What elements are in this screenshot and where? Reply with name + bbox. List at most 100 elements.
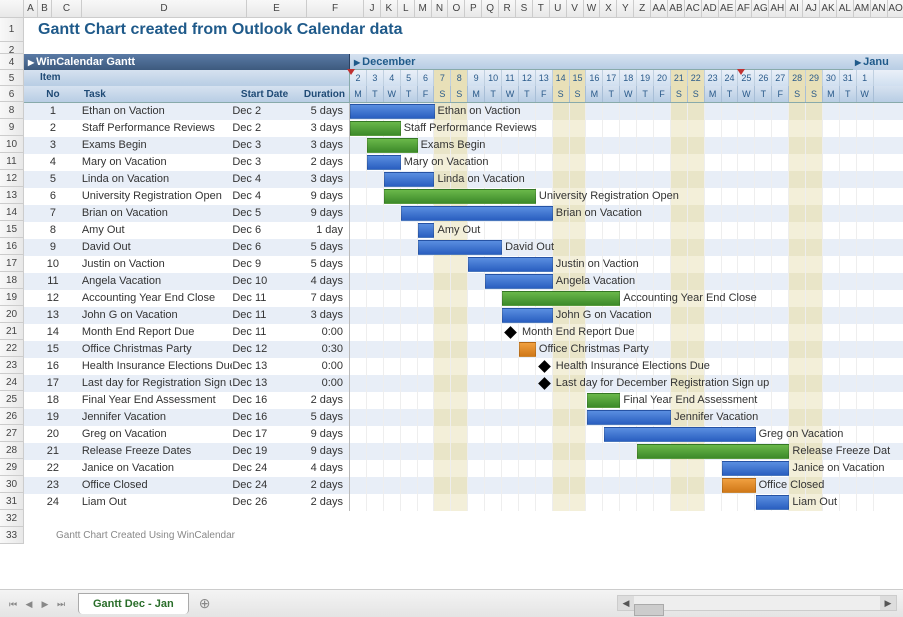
task-row[interactable]: 1Ethan on VactionDec 25 daysEthan on Vac… bbox=[24, 103, 903, 120]
col-header[interactable]: S bbox=[516, 0, 533, 17]
task-row[interactable]: 21Release Freeze DatesDec 199 daysReleas… bbox=[24, 443, 903, 460]
task-row[interactable]: 9David OutDec 65 daysDavid Out bbox=[24, 239, 903, 256]
row-header[interactable]: 13 bbox=[0, 187, 23, 204]
col-header[interactable]: J bbox=[364, 0, 381, 17]
scroll-left-icon[interactable]: ◀ bbox=[618, 596, 634, 610]
row-header[interactable]: 28 bbox=[0, 442, 23, 459]
gantt-bar[interactable] bbox=[418, 240, 503, 255]
col-header[interactable]: C bbox=[52, 0, 82, 17]
gantt-bar[interactable] bbox=[401, 206, 553, 221]
col-header[interactable]: K bbox=[381, 0, 398, 17]
gantt-bar[interactable] bbox=[587, 410, 672, 425]
gantt-bar[interactable] bbox=[485, 274, 553, 289]
task-row[interactable]: 2Staff Performance ReviewsDec 23 daysSta… bbox=[24, 120, 903, 137]
task-row[interactable]: 22Janice on VacationDec 244 daysJanice o… bbox=[24, 460, 903, 477]
gantt-bar[interactable] bbox=[604, 427, 756, 442]
task-row[interactable]: 11Angela VacationDec 104 daysAngela Vaca… bbox=[24, 273, 903, 290]
tab-prev-icon[interactable]: ◀ bbox=[22, 597, 36, 611]
task-row[interactable]: 16Health Insurance Elections DueDec 130:… bbox=[24, 358, 903, 375]
col-header[interactable]: Q bbox=[482, 0, 499, 17]
col-header[interactable]: AA bbox=[651, 0, 668, 17]
row-header[interactable]: 29 bbox=[0, 459, 23, 476]
gantt-bar[interactable] bbox=[502, 308, 553, 323]
row-header[interactable]: 22 bbox=[0, 340, 23, 357]
col-header[interactable]: D bbox=[82, 0, 247, 17]
sheet-tab-active[interactable]: Gantt Dec - Jan bbox=[78, 593, 189, 614]
col-header[interactable]: AG bbox=[752, 0, 769, 17]
col-header[interactable]: R bbox=[499, 0, 516, 17]
task-row[interactable]: 4Mary on VacationDec 32 daysMary on Vaca… bbox=[24, 154, 903, 171]
row-header[interactable]: 21 bbox=[0, 323, 23, 340]
col-header[interactable]: AF bbox=[736, 0, 753, 17]
row-header[interactable]: 20 bbox=[0, 306, 23, 323]
row-header[interactable]: 15 bbox=[0, 221, 23, 238]
col-header[interactable]: AO bbox=[888, 0, 903, 17]
gantt-bar[interactable] bbox=[587, 393, 621, 408]
col-header[interactable]: P bbox=[465, 0, 482, 17]
col-header[interactable]: V bbox=[567, 0, 584, 17]
row-header[interactable]: 6 bbox=[0, 86, 23, 102]
row-header[interactable]: 31 bbox=[0, 493, 23, 510]
horizontal-scrollbar[interactable]: ◀ ▶ bbox=[617, 595, 897, 611]
scroll-right-icon[interactable]: ▶ bbox=[880, 596, 896, 610]
row-header[interactable]: 2 bbox=[0, 42, 23, 54]
task-row[interactable]: 20Greg on VacationDec 179 daysGreg on Va… bbox=[24, 426, 903, 443]
task-row[interactable]: 3Exams BeginDec 33 daysExams Begin bbox=[24, 137, 903, 154]
row-header[interactable]: 14 bbox=[0, 204, 23, 221]
col-header[interactable]: AK bbox=[820, 0, 837, 17]
col-header[interactable]: U bbox=[550, 0, 567, 17]
col-header[interactable]: B bbox=[38, 0, 52, 17]
col-header[interactable]: L bbox=[398, 0, 415, 17]
task-row[interactable]: 24Liam OutDec 262 daysLiam Out bbox=[24, 494, 903, 511]
gantt-bar[interactable] bbox=[637, 444, 789, 459]
gantt-bar[interactable] bbox=[367, 138, 418, 153]
col-header[interactable]: O bbox=[448, 0, 465, 17]
row-header[interactable]: 18 bbox=[0, 272, 23, 289]
col-header[interactable]: E bbox=[247, 0, 307, 17]
col-header[interactable]: T bbox=[533, 0, 550, 17]
gantt-bar[interactable] bbox=[722, 478, 756, 493]
task-row[interactable]: 15Office Christmas PartyDec 120:30Office… bbox=[24, 341, 903, 358]
col-header[interactable]: W bbox=[584, 0, 601, 17]
task-row[interactable]: 13John G on VacationDec 113 daysJohn G o… bbox=[24, 307, 903, 324]
task-row[interactable]: 14Month End Report DueDec 110:00Month En… bbox=[24, 324, 903, 341]
gantt-bar[interactable] bbox=[519, 342, 536, 357]
row-header[interactable]: 33 bbox=[0, 527, 23, 544]
gantt-bar[interactable] bbox=[350, 121, 401, 136]
gantt-bar[interactable] bbox=[756, 495, 790, 510]
col-header[interactable]: M bbox=[415, 0, 432, 17]
col-header[interactable]: AE bbox=[719, 0, 736, 17]
row-header[interactable]: 10 bbox=[0, 136, 23, 153]
col-header[interactable]: F bbox=[307, 0, 364, 17]
col-header[interactable]: AD bbox=[702, 0, 719, 17]
col-header[interactable]: AH bbox=[769, 0, 786, 17]
row-header[interactable]: 24 bbox=[0, 374, 23, 391]
row-header[interactable]: 32 bbox=[0, 510, 23, 527]
task-row[interactable]: 8Amy OutDec 61 dayAmy Out bbox=[24, 222, 903, 239]
tab-next-icon[interactable]: ▶ bbox=[38, 597, 52, 611]
col-header[interactable]: Z bbox=[634, 0, 651, 17]
task-row[interactable]: 19Jennifer VacationDec 165 daysJennifer … bbox=[24, 409, 903, 426]
col-header[interactable]: AN bbox=[871, 0, 888, 17]
task-row[interactable]: 23Office ClosedDec 242 daysOffice Closed bbox=[24, 477, 903, 494]
col-header[interactable]: Y bbox=[617, 0, 634, 17]
task-row[interactable]: 12Accounting Year End CloseDec 117 daysA… bbox=[24, 290, 903, 307]
task-row[interactable]: 10Justin on VactionDec 95 daysJustin on … bbox=[24, 256, 903, 273]
gantt-bar[interactable] bbox=[722, 461, 790, 476]
row-header[interactable]: 16 bbox=[0, 238, 23, 255]
row-header[interactable]: 4 bbox=[0, 54, 23, 70]
row-header[interactable]: 26 bbox=[0, 408, 23, 425]
sheet-area[interactable]: Gantt Chart created from Outlook Calenda… bbox=[24, 18, 903, 587]
task-row[interactable]: 5Linda on VacationDec 43 daysLinda on Va… bbox=[24, 171, 903, 188]
col-header[interactable]: AB bbox=[668, 0, 685, 17]
row-header[interactable]: 23 bbox=[0, 357, 23, 374]
col-header[interactable]: AJ bbox=[803, 0, 820, 17]
col-header[interactable]: AL bbox=[837, 0, 854, 17]
scroll-thumb[interactable] bbox=[634, 604, 664, 616]
row-header[interactable]: 27 bbox=[0, 425, 23, 442]
col-header[interactable]: AC bbox=[685, 0, 702, 17]
row-header[interactable]: 11 bbox=[0, 153, 23, 170]
col-header[interactable]: A bbox=[24, 0, 38, 17]
task-row[interactable]: 6University Registration OpenDec 49 days… bbox=[24, 188, 903, 205]
tab-first-icon[interactable]: ⏮ bbox=[6, 597, 20, 611]
